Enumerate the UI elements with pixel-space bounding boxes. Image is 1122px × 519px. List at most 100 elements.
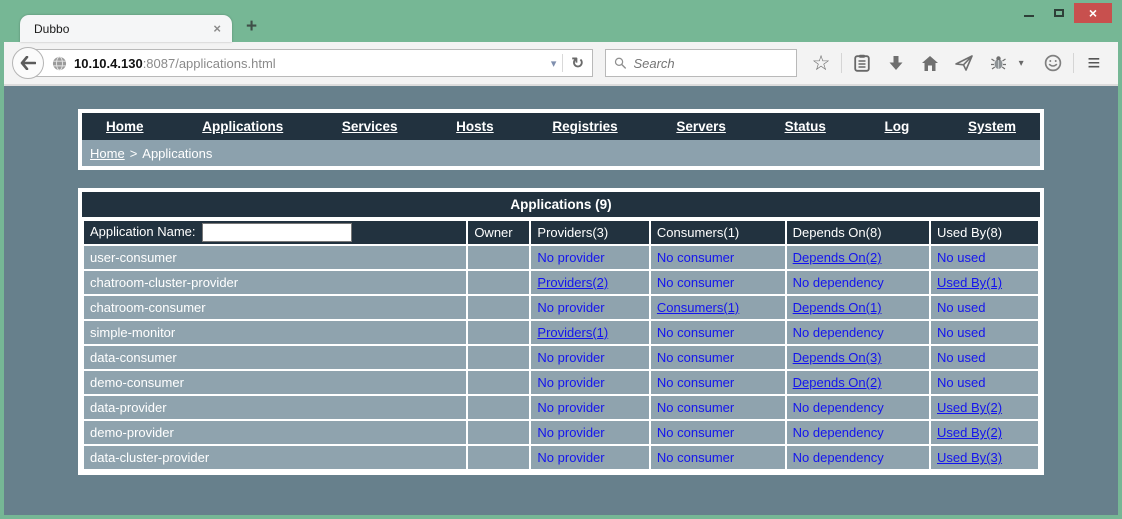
table-row: data-cluster-providerNo providerNo consu… <box>83 445 1039 470</box>
home-icon <box>921 55 939 72</box>
applications-table-box: Applications (9) Application Name: Owner… <box>78 188 1044 475</box>
table-title: Applications (9) <box>82 192 1040 217</box>
toolbar-icons: ☆ ▾ ≡ <box>807 49 1108 77</box>
used-by-link[interactable]: Used By(2) <box>937 400 1002 415</box>
page-content: Home Applications Services Hosts Registries S… <box>4 86 1118 515</box>
download-arrow-icon <box>888 55 904 72</box>
bookmarks-panel-button[interactable] <box>848 49 876 77</box>
toolbar-divider <box>1073 53 1074 73</box>
nav-item-registries[interactable]: Registries <box>552 119 617 134</box>
providers-link[interactable]: Providers(1) <box>537 325 608 340</box>
nav-item-applications[interactable]: Applications <box>202 119 283 134</box>
depends-on-link[interactable]: Depends On(2) <box>793 375 882 390</box>
owner-cell <box>467 420 530 445</box>
used-by-cell: No used <box>930 345 1039 370</box>
depends-on-link[interactable]: Depends On(2) <box>793 250 882 265</box>
providers-cell: No provider <box>530 345 650 370</box>
feedback-button[interactable] <box>1039 49 1067 77</box>
minimize-button[interactable] <box>1014 3 1044 23</box>
consumers-cell: No consumer <box>650 270 786 295</box>
application-name-cell: demo-provider <box>83 420 467 445</box>
depends-on-cell: No dependency <box>786 270 930 295</box>
nav-box: Home Applications Services Hosts Registries S… <box>78 109 1044 170</box>
consumers-link[interactable]: Consumers(1) <box>657 300 739 315</box>
consumers-cell: No consumer <box>650 245 786 270</box>
consumers-cell: No consumer <box>650 445 786 470</box>
application-name-cell: chatroom-cluster-provider <box>83 270 467 295</box>
nav-item-log[interactable]: Log <box>885 119 910 134</box>
back-arrow-icon <box>20 56 36 70</box>
providers-text: No provider <box>537 375 604 390</box>
menu-button[interactable]: ≡ <box>1080 49 1108 77</box>
bookmark-star-button[interactable]: ☆ <box>807 49 835 77</box>
used-by-cell: No used <box>930 320 1039 345</box>
table-row: chatroom-cluster-provider Providers(2) No … <box>83 270 1039 295</box>
application-name-cell: simple-monitor <box>83 320 467 345</box>
used-by-link[interactable]: Used By(1) <box>937 275 1002 290</box>
depends-on-link[interactable]: Depends On(3) <box>793 350 882 365</box>
breadcrumb-separator: > <box>130 146 138 161</box>
providers-text: No provider <box>537 450 604 465</box>
breadcrumb-home-link[interactable]: Home <box>90 146 125 161</box>
back-button[interactable] <box>12 47 44 79</box>
depends-on-cell: Depends On(1) <box>786 295 930 320</box>
depends-on-cell: Depends On(2) <box>786 245 930 270</box>
bookmarks-panel-icon <box>854 54 870 72</box>
consumers-text: No consumer <box>657 425 734 440</box>
downloads-button[interactable] <box>882 49 910 77</box>
providers-cell: No provider <box>530 295 650 320</box>
nav-item-servers[interactable]: Servers <box>676 119 726 134</box>
urlbar-dropdown-icon[interactable]: ▾ <box>545 57 563 70</box>
home-button[interactable] <box>916 49 944 77</box>
url-path: :8087/applications.html <box>143 56 276 71</box>
column-header-used-by-8-: Used By(8) <box>930 220 1039 245</box>
used-by-link[interactable]: Used By(2) <box>937 425 1002 440</box>
close-icon: × <box>1089 5 1097 21</box>
providers-text: No provider <box>537 300 604 315</box>
addon-bug-button[interactable] <box>985 49 1013 77</box>
depends-on-cell: No dependency <box>786 395 930 420</box>
used-by-text: No used <box>937 300 985 315</box>
filter-cell: Application Name: <box>83 220 467 245</box>
table-row: demo-consumerNo providerNo consumerDepen… <box>83 370 1039 395</box>
url-host: 10.10.4.130 <box>74 56 143 71</box>
maximize-button[interactable] <box>1044 3 1074 23</box>
consumers-cell: No consumer <box>650 420 786 445</box>
close-button[interactable]: × <box>1074 3 1112 23</box>
depends-on-cell: Depends On(3) <box>786 345 930 370</box>
used-by-cell: No used <box>930 295 1039 320</box>
addon-caret-icon[interactable]: ▾ <box>1019 58 1033 69</box>
nav-item-home[interactable]: Home <box>106 119 144 134</box>
depends-on-cell: No dependency <box>786 320 930 345</box>
share-button[interactable] <box>950 49 978 77</box>
search-box[interactable] <box>605 49 797 77</box>
used-by-cell: No used <box>930 370 1039 395</box>
application-name-input[interactable] <box>202 223 352 242</box>
window-controls: × <box>1014 3 1112 23</box>
used-by-text: No used <box>937 350 985 365</box>
nav-item-status[interactable]: Status <box>785 119 826 134</box>
providers-text: No provider <box>537 250 604 265</box>
new-tab-button[interactable]: + <box>232 13 271 42</box>
url-bar[interactable]: 10.10.4.130:8087/applications.html ▾ ↻ <box>27 49 593 77</box>
nav-item-services[interactable]: Services <box>342 119 398 134</box>
column-header-consumers-1-: Consumers(1) <box>650 220 786 245</box>
nav-item-hosts[interactable]: Hosts <box>456 119 494 134</box>
tab-dubbo[interactable]: Dubbo × <box>20 15 232 42</box>
used-by-cell: Used By(2) <box>930 395 1039 420</box>
search-input[interactable] <box>633 56 788 71</box>
reload-icon[interactable]: ↻ <box>563 54 592 72</box>
bookmark-star-icon: ☆ <box>812 51 831 76</box>
providers-link[interactable]: Providers(2) <box>537 275 608 290</box>
table-body: user-consumerNo providerNo consumerDepen… <box>83 245 1039 470</box>
tab-close-icon[interactable]: × <box>210 21 224 36</box>
table-row: demo-providerNo providerNo consumerNo de… <box>83 420 1039 445</box>
minimize-icon <box>1024 15 1034 17</box>
application-name-cell: data-consumer <box>83 345 467 370</box>
nav-item-system[interactable]: System <box>968 119 1016 134</box>
depends-on-link[interactable]: Depends On(1) <box>793 300 882 315</box>
table-header-row: Application Name: OwnerProviders(3)Consu… <box>83 220 1039 245</box>
used-by-link[interactable]: Used By(3) <box>937 450 1002 465</box>
tab-strip: Dubbo × + <box>20 13 271 42</box>
column-header-depends-on-8-: Depends On(8) <box>786 220 930 245</box>
